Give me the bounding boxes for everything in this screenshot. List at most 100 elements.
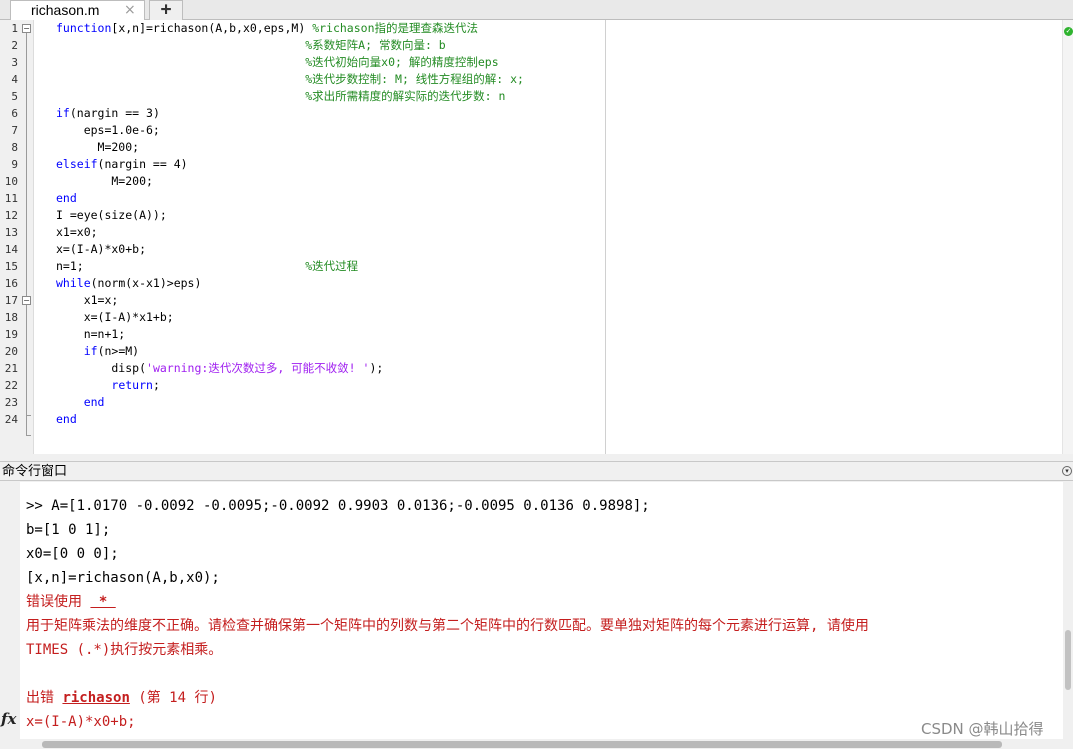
command-line: x=(I-A)*x0+b; bbox=[26, 710, 1056, 734]
line-number: 11 bbox=[4, 192, 18, 205]
line-number: 2 bbox=[11, 39, 18, 52]
line-number: 13 bbox=[4, 226, 18, 239]
code-text: I =eye(size(A)); bbox=[56, 208, 167, 222]
fx-icon[interactable]: fx bbox=[1, 710, 16, 728]
error-link[interactable]: richason bbox=[62, 690, 129, 706]
keyword: if bbox=[83, 344, 98, 358]
command-line: 出错 richason (第 14 行) bbox=[26, 686, 1056, 710]
command-line: x0=[0 0 0]; bbox=[26, 542, 1056, 566]
fold-toggle-icon[interactable]: − bbox=[22, 24, 31, 33]
line-number: 20 bbox=[4, 345, 18, 358]
line-number: 9 bbox=[11, 158, 18, 171]
code-line: x1=x0; bbox=[56, 224, 604, 241]
error-link[interactable]: * bbox=[90, 594, 115, 610]
error-text: x=(I-A)*x0+b; bbox=[26, 714, 136, 730]
fold-toggle-icon[interactable]: − bbox=[22, 296, 31, 305]
line-number: 12 bbox=[4, 209, 18, 222]
comment: %richason指的是理查森迭代法 bbox=[312, 21, 478, 35]
keyword: while bbox=[56, 276, 91, 290]
panel-menu-icon[interactable]: ▾ bbox=[1062, 466, 1072, 476]
command-line: [x,n]=richason(A,b,x0); bbox=[26, 566, 1056, 590]
line-number: 16 bbox=[4, 277, 18, 290]
line-number: 15 bbox=[4, 260, 18, 273]
vertical-scroll-thumb[interactable] bbox=[1065, 630, 1071, 690]
line-number: 8 bbox=[11, 141, 18, 154]
editor-tab-bar: richason.m × + bbox=[0, 0, 1073, 21]
code-text: disp( bbox=[56, 361, 147, 375]
code-text: b=[1 0 1]; bbox=[26, 522, 111, 538]
keyword: end bbox=[56, 191, 77, 205]
code-line: if(n>=M) bbox=[56, 343, 604, 360]
command-line: 错误使用 * bbox=[26, 590, 1056, 614]
code-line: %求出所需精度的解实际的迭代步数: n bbox=[56, 88, 604, 105]
command-window[interactable]: fx >> A=[1.0170 -0.0092 -0.0095;-0.0092 … bbox=[0, 482, 1063, 749]
code-text: (nargin == 4) bbox=[97, 157, 188, 171]
line-number: 23 bbox=[4, 396, 18, 409]
code-line: if(nargin == 3) bbox=[56, 105, 604, 122]
code-text: [x,n]=richason(A,b,x0); bbox=[26, 570, 220, 586]
keyword: elseif bbox=[56, 157, 98, 171]
code-text: (n>=M) bbox=[97, 344, 140, 358]
code-line: %迭代步数控制: M; 线性方程组的解: x; bbox=[56, 71, 604, 88]
watermark: CSDN @韩山拾得 bbox=[921, 720, 1044, 738]
code-line: n=n+1; bbox=[56, 326, 604, 343]
keyword: end bbox=[83, 395, 105, 409]
code-line: n=1; %迭代过程 bbox=[56, 258, 604, 275]
line-number: 14 bbox=[4, 243, 18, 256]
code-text: ); bbox=[369, 361, 384, 375]
line-number: 5 bbox=[11, 90, 18, 103]
close-icon[interactable]: × bbox=[124, 1, 136, 19]
code-line: M=200; bbox=[56, 173, 604, 190]
keyword: end bbox=[56, 412, 77, 426]
code-analyzer-ok-icon[interactable]: ✓ bbox=[1064, 27, 1073, 36]
code-text: ; bbox=[152, 378, 160, 392]
command-output[interactable]: >> A=[1.0170 -0.0092 -0.0095;-0.0092 0.9… bbox=[26, 494, 1056, 734]
code-text: M=200; bbox=[56, 140, 140, 154]
line-number: 24 bbox=[4, 413, 18, 426]
line-number: 17 bbox=[4, 294, 18, 307]
vertical-scrollbar[interactable] bbox=[1063, 482, 1073, 749]
code-line: %迭代初始向量x0; 解的精度控制eps bbox=[56, 54, 604, 71]
command-line: TIMES (.*)执行按元素相乘。 bbox=[26, 638, 1056, 662]
code-text: n=n+1; bbox=[56, 327, 126, 341]
line-number: 7 bbox=[11, 124, 18, 137]
code-editor[interactable]: − − 1 2 3 4 5 6 7 8 9 10 11 12 13 14 15 16 17 18 19 20 21 22 2… bbox=[0, 20, 1073, 454]
code-line: %系数矩阵A; 常数向量: b bbox=[56, 37, 604, 54]
code-line: x1=x; bbox=[56, 292, 604, 309]
fold-guide bbox=[26, 33, 27, 435]
code-text-area[interactable]: function[x,n]=richason(A,b,x0,eps,M) %ri… bbox=[56, 20, 604, 454]
command-line: 用于矩阵乘法的维度不正确。请检查并确保第一个矩阵中的列数与第二个矩阵中的行数匹配… bbox=[26, 614, 1056, 638]
line-number: 19 bbox=[4, 328, 18, 341]
code-line: eps=1.0e-6; bbox=[56, 122, 604, 139]
code-text: (norm(x-x1)>eps) bbox=[90, 276, 202, 290]
code-line: return; bbox=[56, 377, 604, 394]
code-text: [x,n]=richason(A,b,x0,eps,M) bbox=[111, 21, 313, 35]
code-text: (nargin == 3) bbox=[69, 106, 160, 120]
code-text: x1=x0; bbox=[56, 225, 98, 239]
code-line: I =eye(size(A)); bbox=[56, 207, 604, 224]
horizontal-scroll-thumb[interactable] bbox=[42, 741, 1002, 748]
command-window-title: 命令行窗口 bbox=[2, 464, 68, 479]
error-text: 用于矩阵乘法的维度不正确。请检查并确保第一个矩阵中的列数与第二个矩阵中的行数匹配… bbox=[26, 618, 869, 634]
code-text: n=1; bbox=[56, 259, 306, 273]
code-analyzer-strip bbox=[1062, 20, 1073, 454]
keyword: if bbox=[56, 106, 70, 120]
new-tab-button[interactable]: + bbox=[149, 0, 183, 20]
tab-richason-m[interactable]: richason.m × bbox=[10, 0, 145, 21]
code-line: end bbox=[56, 394, 604, 411]
line-number: 10 bbox=[4, 175, 18, 188]
code-line: x=(I-A)*x1+b; bbox=[56, 309, 604, 326]
line-number-gutter: − − 1 2 3 4 5 6 7 8 9 10 11 12 13 14 15 16 17 18 19 20 21 22 2… bbox=[0, 20, 34, 454]
string-literal: 'warning:迭代次数过多, 可能不收敛! ' bbox=[146, 361, 370, 375]
line-number: 21 bbox=[4, 362, 18, 375]
comment: %迭代过程 bbox=[305, 259, 359, 273]
comment: %求出所需精度的解实际的迭代步数: n bbox=[305, 89, 506, 103]
comment: %系数矩阵A; 常数向量: b bbox=[305, 38, 446, 52]
